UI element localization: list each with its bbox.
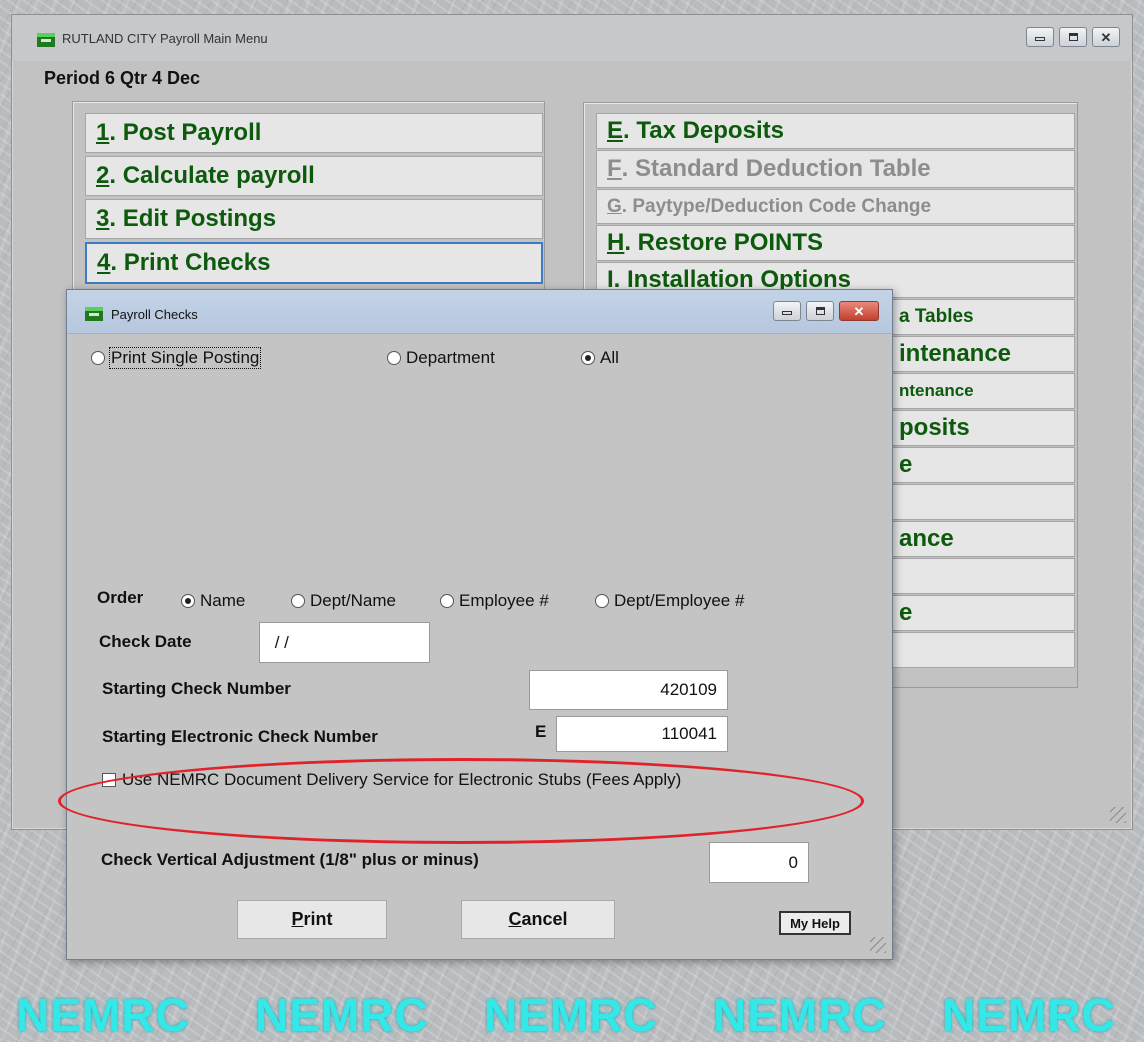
maximize-icon bbox=[815, 307, 825, 315]
nemrc-logo: NEMRC bbox=[942, 989, 1116, 1041]
period-label: Period 6 Qtr 4 Dec bbox=[44, 68, 201, 88]
minimize-icon bbox=[1035, 37, 1045, 41]
dialog-titlebar[interactable]: Payroll Checks ✕ bbox=[67, 290, 892, 334]
menu-item-standard-deduction-table[interactable]: F. Standard Deduction Table bbox=[596, 150, 1075, 188]
radio-all[interactable]: All bbox=[581, 348, 619, 368]
main-window-controls: ✕ bbox=[1026, 27, 1120, 47]
menu-item-post-payroll[interactable]: 1. Post Payroll bbox=[85, 113, 543, 153]
radio-order-dept-name[interactable]: Dept/Name bbox=[291, 591, 396, 611]
nemrc-logo: NEMRC bbox=[484, 989, 658, 1041]
dialog-body: Print Single Posting Department All Orde… bbox=[67, 335, 892, 959]
radio-button[interactable] bbox=[291, 594, 305, 608]
dialog-maximize-button[interactable] bbox=[806, 301, 834, 321]
nemrc-logo: NEMRC bbox=[713, 989, 887, 1041]
vertical-adjust-label: Check Vertical Adjustment (1/8" plus or … bbox=[101, 850, 479, 869]
close-icon: ✕ bbox=[1100, 29, 1112, 45]
menu-item-restore-points[interactable]: H. Restore POINTS bbox=[596, 225, 1075, 261]
radio-button[interactable] bbox=[440, 594, 454, 608]
menu-item-tax-deposits[interactable]: E. Tax Deposits bbox=[596, 113, 1075, 149]
dialog-window-controls: ✕ bbox=[773, 301, 879, 321]
radio-button-selected[interactable] bbox=[581, 351, 595, 365]
dialog-close-button[interactable]: ✕ bbox=[839, 301, 879, 321]
cancel-button[interactable]: Cancel bbox=[461, 900, 615, 939]
close-icon: ✕ bbox=[853, 303, 865, 319]
radio-button[interactable] bbox=[595, 594, 609, 608]
my-help-button[interactable]: My Help bbox=[779, 911, 851, 935]
app-icon bbox=[37, 33, 55, 47]
print-button[interactable]: Print bbox=[237, 900, 387, 939]
check-date-input[interactable] bbox=[259, 622, 430, 663]
electronic-prefix-label: E bbox=[535, 722, 547, 741]
radio-button-selected[interactable] bbox=[181, 594, 195, 608]
main-titlebar[interactable]: RUTLAND CITY Payroll Main Menu ✕ bbox=[12, 15, 1132, 61]
radio-button[interactable] bbox=[387, 351, 401, 365]
check-date-label: Check Date bbox=[99, 632, 192, 651]
main-window-title: RUTLAND CITY Payroll Main Menu bbox=[62, 31, 268, 46]
menu-item-print-checks[interactable]: 4. Print Checks bbox=[85, 242, 543, 284]
radio-print-single-posting[interactable]: Print Single Posting bbox=[91, 347, 262, 369]
dialog-title: Payroll Checks bbox=[111, 307, 198, 322]
main-resize-grip[interactable] bbox=[1110, 807, 1126, 823]
menu-item-calculate-payroll[interactable]: 2. Calculate payroll bbox=[85, 156, 543, 196]
menu-item-edit-postings[interactable]: 3. Edit Postings bbox=[85, 199, 543, 239]
nemrc-logo: NEMRC bbox=[16, 989, 190, 1041]
starting-check-label: Starting Check Number bbox=[102, 679, 291, 698]
radio-order-dept-employee-number[interactable]: Dept/Employee # bbox=[595, 591, 744, 611]
nemrc-logo-row: NEMRC NEMRC NEMRC NEMRC NEMRC bbox=[0, 988, 1144, 1041]
minimize-button[interactable] bbox=[1026, 27, 1054, 47]
dialog-minimize-button[interactable] bbox=[773, 301, 801, 321]
nemrc-logo: NEMRC bbox=[255, 989, 429, 1041]
order-label: Order bbox=[97, 588, 144, 607]
payroll-checks-dialog: Payroll Checks ✕ Print Single Posting De… bbox=[66, 289, 893, 960]
maximize-button[interactable] bbox=[1059, 27, 1087, 47]
document-delivery-checkbox-row[interactable]: Use NEMRC Document Delivery Service for … bbox=[102, 770, 681, 790]
maximize-icon bbox=[1068, 33, 1078, 41]
close-button[interactable]: ✕ bbox=[1092, 27, 1120, 47]
document-delivery-checkbox[interactable] bbox=[102, 773, 116, 787]
vertical-adjust-input[interactable] bbox=[709, 842, 809, 883]
starting-electronic-input[interactable] bbox=[556, 716, 728, 752]
minimize-icon bbox=[782, 311, 792, 315]
starting-check-input[interactable] bbox=[529, 670, 728, 710]
app-icon bbox=[85, 307, 103, 321]
radio-order-name[interactable]: Name bbox=[181, 591, 245, 611]
radio-order-employee-number[interactable]: Employee # bbox=[440, 591, 549, 611]
dialog-resize-grip[interactable] bbox=[870, 937, 886, 953]
menu-item-paytype-deduction-code-change[interactable]: G. Paytype/Deduction Code Change bbox=[596, 189, 1075, 224]
starting-electronic-label: Starting Electronic Check Number bbox=[102, 727, 378, 746]
radio-department[interactable]: Department bbox=[387, 348, 495, 368]
radio-button[interactable] bbox=[91, 351, 105, 365]
